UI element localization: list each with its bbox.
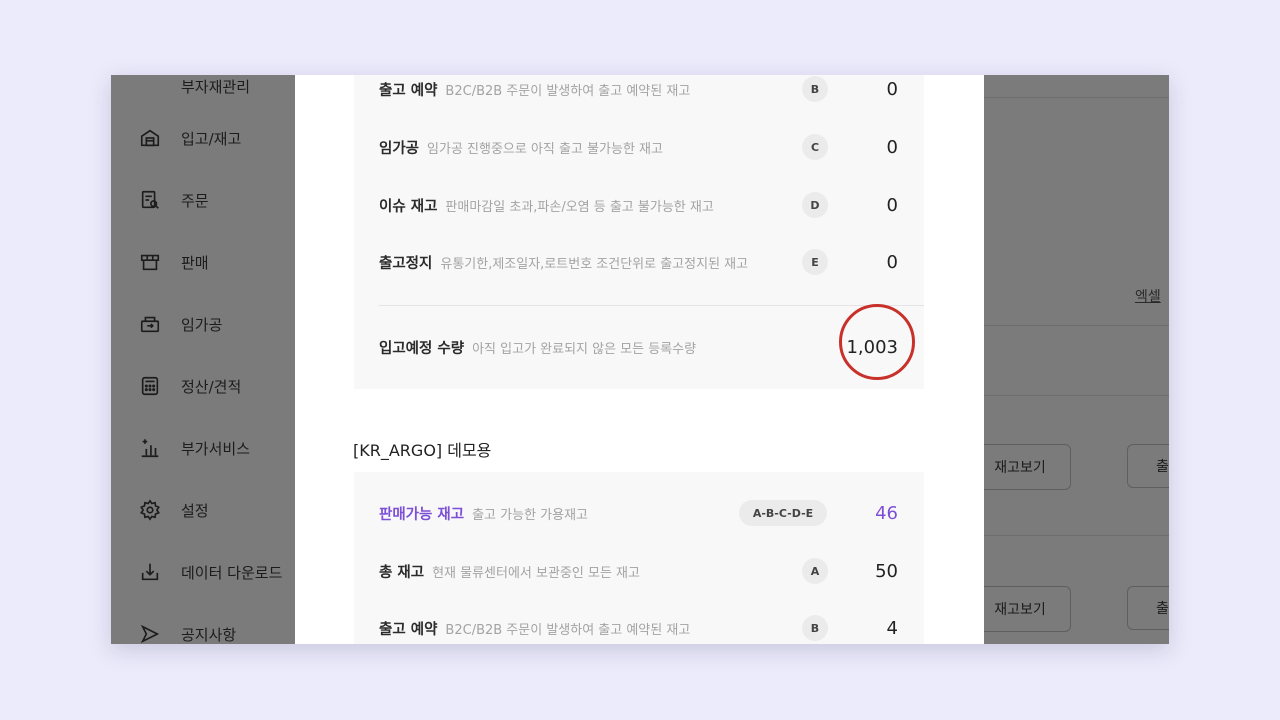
row-description: 아직 입고가 완료되지 않은 모든 등록수량: [472, 341, 697, 357]
row-label: 판매가능 재고: [379, 506, 465, 523]
sidebar-item-sales[interactable]: 판매: [139, 247, 209, 277]
store-icon: [139, 251, 161, 273]
row-description: 판매마감일 초과,파손/오염 등 출고 불가능한 재고: [445, 199, 714, 215]
sidebar-item-inbound-stock[interactable]: 입고/재고: [139, 123, 241, 153]
inventory-row-processing: 임가공 임가공 진행중으로 아직 출고 불가능한 재고 C 0: [354, 127, 924, 167]
inventory-row-stopped: 출고정지 유통기한,제조일자,로트번호 조건단위로 출고정지된 재고 E 0: [354, 242, 924, 282]
row-value: 46: [875, 502, 898, 524]
divider: [984, 395, 1169, 396]
row-description: 임가공 진행중으로 아직 출고 불가능한 재고: [427, 141, 663, 157]
sidebar-item-settlement[interactable]: 정산/견적: [139, 371, 241, 401]
chart-plus-icon: [139, 437, 161, 459]
sidebar-item-label: 부자재관리: [181, 77, 251, 96]
sidebar-item-label: 데이터 다운로드: [181, 563, 283, 582]
sidebar-item-orders[interactable]: 주문: [139, 185, 209, 215]
row-label: 출고정지: [379, 255, 433, 272]
sidebar-item-label: 부가서비스: [181, 439, 251, 458]
download-icon: [139, 561, 161, 583]
row-label: 이슈 재고: [379, 198, 438, 215]
box-process-icon: [139, 313, 161, 335]
divider: [379, 305, 924, 306]
inventory-row-reserved: 출고 예약 B2C/B2B 주문이 발생하여 출고 예약된 재고 B 0: [354, 75, 924, 109]
row-description: 출고 가능한 가용재고: [472, 507, 588, 523]
row-label: 출고 예약: [379, 82, 438, 99]
row-value: 0: [886, 136, 898, 158]
view-stock-button[interactable]: 재고보기: [969, 444, 1071, 490]
row-value: 50: [875, 560, 898, 582]
formula-badge: D: [802, 192, 828, 218]
warehouse-icon: [139, 127, 161, 149]
inventory-row-available: 판매가능 재고 출고 가능한 가용재고 A-B-C-D-E 46: [354, 493, 924, 533]
formula-badge: A-B-C-D-E: [739, 500, 827, 526]
sidebar-item-label: 주문: [181, 191, 209, 210]
row-value: 0: [886, 194, 898, 216]
sidebar: 부자재관리 입고/재고 주문 판매 임가공 정산/견적 부가서비스 설정 데이터…: [111, 75, 295, 644]
outbound-button[interactable]: 출: [1127, 444, 1169, 488]
divider: [984, 97, 1169, 98]
app-window: 부자재관리 입고/재고 주문 판매 임가공 정산/견적 부가서비스 설정 데이터…: [111, 75, 1169, 644]
inventory-row-total: 총 재고 현재 물류센터에서 보관중인 모든 재고 A 50: [354, 551, 924, 591]
view-stock-button-2[interactable]: 재고보기: [969, 586, 1071, 632]
sidebar-item-extra-services[interactable]: 부가서비스: [139, 433, 250, 463]
sidebar-item-label: 임가공: [181, 315, 223, 334]
inventory-row-reserved-2: 출고 예약 B2C/B2B 주문이 발생하여 출고 예약된 재고 B 4: [354, 608, 924, 644]
row-value: 0: [886, 78, 898, 100]
inventory-panel-bottom: 판매가능 재고 출고 가능한 가용재고 A-B-C-D-E 46 총 재고 현재 물…: [354, 472, 924, 644]
row-description: B2C/B2B 주문이 발생하여 출고 예약된 재고: [445, 622, 691, 638]
formula-badge: C: [802, 134, 828, 160]
outbound-button-2[interactable]: 출: [1127, 586, 1169, 630]
order-search-icon: [139, 189, 161, 211]
highlight-circle-annotation: [839, 304, 915, 380]
row-label: 총 재고: [379, 564, 425, 581]
inventory-detail-modal: 출고 예약 B2C/B2B 주문이 발생하여 출고 예약된 재고 B 0 임가공 임…: [295, 75, 984, 644]
formula-badge: B: [802, 615, 828, 641]
sidebar-item-processing[interactable]: 임가공: [139, 309, 222, 339]
calculator-icon: [139, 375, 161, 397]
gear-icon: [139, 499, 161, 521]
sidebar-item-settings[interactable]: 설정: [139, 495, 209, 525]
row-description: B2C/B2B 주문이 발생하여 출고 예약된 재고: [445, 83, 691, 99]
formula-badge: B: [802, 76, 828, 102]
sidebar-item-label: 판매: [181, 253, 209, 272]
excel-link[interactable]: 엑셀: [1135, 286, 1161, 306]
row-description: 유통기한,제조일자,로트번호 조건단위로 출고정지된 재고: [440, 256, 749, 272]
row-value: 0: [886, 251, 898, 273]
divider: [984, 535, 1169, 536]
megaphone-icon: [139, 623, 161, 644]
sidebar-item-notices[interactable]: 공지사항: [139, 619, 236, 644]
formula-badge: E: [802, 249, 828, 275]
row-label: 임가공: [379, 140, 420, 157]
background-page: [984, 75, 1169, 644]
row-value: 4: [886, 617, 898, 639]
sidebar-item-data-download[interactable]: 데이터 다운로드: [139, 557, 282, 587]
sidebar-item-label: 공지사항: [181, 625, 237, 644]
formula-badge: A: [802, 558, 828, 584]
inventory-row-issue: 이슈 재고 판매마감일 초과,파손/오염 등 출고 불가능한 재고 D 0: [354, 185, 924, 225]
sidebar-item-label: 입고/재고: [181, 129, 242, 148]
row-description: 현재 물류센터에서 보관중인 모든 재고: [432, 565, 640, 581]
sidebar-item-label: 설정: [181, 501, 209, 520]
section-title: [KR_ARGO] 데모용: [353, 441, 492, 460]
sidebar-item-label: 정산/견적: [181, 377, 242, 396]
sidebar-item-submaterials[interactable]: 부자재관리: [139, 75, 250, 101]
row-label: 출고 예약: [379, 621, 438, 638]
divider: [984, 325, 1169, 326]
row-label: 입고예정 수량: [379, 340, 465, 357]
